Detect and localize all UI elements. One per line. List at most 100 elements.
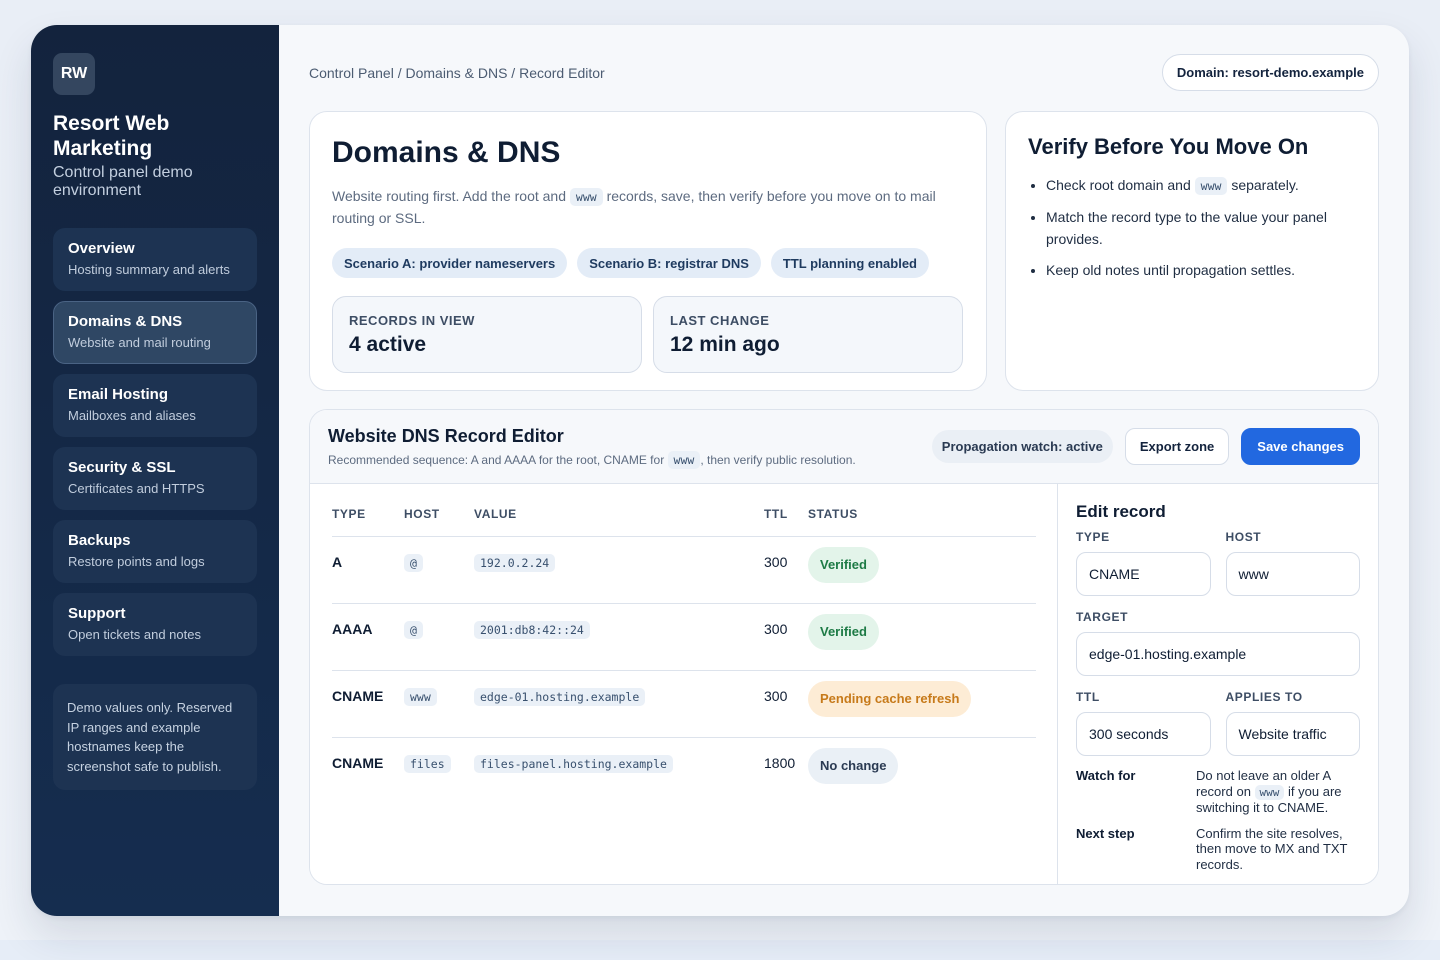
app-window: RW Resort Web Marketing Control panel de…	[31, 25, 1409, 916]
chip-scenario-a[interactable]: Scenario A: provider nameservers	[332, 248, 568, 278]
sidebar-item-desc: Hosting summary and alerts	[68, 262, 230, 277]
editor-title: Website DNS Record Editor	[328, 426, 564, 446]
save-changes-button[interactable]: Save changes	[1241, 428, 1360, 465]
inline-code: www	[667, 451, 701, 469]
sidebar-item-label: Email Hosting	[68, 386, 169, 403]
scenario-chips: Scenario A: provider nameservers Scenari…	[332, 248, 964, 278]
sidebar-item-desc: Restore points and logs	[68, 554, 205, 569]
column-header-type[interactable]: TYPE	[332, 484, 404, 537]
record-status-cell: No change	[808, 737, 1036, 804]
record-status-cell: Verified	[808, 603, 1036, 671]
hero-description: Website routing first. Add the root and …	[332, 186, 952, 229]
record-value: edge-01.hosting.example	[474, 687, 646, 706]
record-host: www	[404, 687, 437, 706]
record-value-cell: edge-01.hosting.example	[474, 670, 764, 738]
column-header-host[interactable]: HOST	[404, 484, 474, 537]
sidebar-item-desc: Mailboxes and aliases	[68, 408, 196, 423]
type-field[interactable]: CNAME	[1076, 552, 1211, 596]
host-field[interactable]: www	[1225, 552, 1360, 596]
dns-records-table: TYPE HOST VALUE TTL STATUS A @ 192.0.2.2…	[332, 484, 1036, 804]
record-type: CNAME	[332, 754, 384, 771]
chip-scenario-b[interactable]: Scenario B: registrar DNS	[577, 248, 761, 278]
editor-actions: Propagation watch: active Export zone Sa…	[931, 428, 1360, 465]
record-host-cell: files	[404, 737, 474, 804]
inline-code: www	[1254, 784, 1285, 800]
sidebar-item-label: Support	[68, 605, 126, 622]
record-value-cell: 192.0.2.24	[474, 536, 764, 604]
record-status-cell: Pending cache refresh	[808, 670, 1036, 738]
table-row[interactable]: A @ 192.0.2.24 300 Verified	[332, 536, 1036, 604]
note-key: Next step	[1076, 825, 1135, 841]
record-value: 2001:db8:42::24	[474, 620, 590, 639]
inline-code: www	[1194, 177, 1228, 195]
ttl-field[interactable]: 300 seconds	[1076, 712, 1211, 756]
sidebar: RW Resort Web Marketing Control panel de…	[31, 25, 279, 916]
verify-title: Verify Before You Move On	[1028, 134, 1309, 159]
brand-title: Resort Web Marketing	[53, 112, 170, 160]
record-host: @	[404, 620, 423, 639]
record-type: CNAME	[332, 670, 404, 738]
record-value-cell: files-panel.hosting.example	[474, 737, 764, 804]
type-label: TYPE	[1076, 530, 1110, 544]
page-title: Domains & DNS	[332, 136, 561, 169]
export-zone-button[interactable]: Export zone	[1124, 428, 1230, 465]
stat-label: LAST CHANGE	[670, 313, 770, 328]
note-next-step: Next step Confirm the site resolves, the…	[1076, 826, 1360, 873]
checklist-item: Match the record type to the value your …	[1046, 206, 1356, 250]
sidebar-item-desc: Certificates and HTTPS	[68, 481, 205, 496]
applies-to-label: APPLIES TO	[1225, 690, 1303, 704]
host-label: HOST	[1225, 530, 1262, 544]
record-host-cell: @	[404, 536, 474, 604]
record-ttl: 1800	[764, 754, 796, 771]
chip-ttl-planning[interactable]: TTL planning enabled	[770, 248, 930, 278]
top-bar: Control Panel / Domains & DNS / Record E…	[309, 25, 1379, 111]
edit-notes: Watch for Do not leave an older A record…	[1076, 768, 1360, 872]
sidebar-item-overview[interactable]: Overview Hosting summary and alerts	[53, 228, 257, 291]
editor-header: Website DNS Record Editor Recommended se…	[310, 410, 1378, 484]
hero-desc-text: Website routing first. Add the root and	[332, 188, 566, 204]
record-host: @	[404, 553, 423, 572]
status-badge: Verified	[808, 546, 879, 583]
domain-selector[interactable]: Domain: resort-demo.example	[1161, 54, 1379, 91]
sidebar-item-desc: Website and mail routing	[68, 335, 211, 350]
records-table-wrap: TYPE HOST VALUE TTL STATUS A @ 192.0.2.2…	[310, 484, 1058, 884]
table-row[interactable]: CNAME files files-panel.hosting.example …	[332, 737, 1036, 804]
sidebar-item-domains-dns[interactable]: Domains & DNS Website and mail routing	[53, 301, 257, 364]
column-header-value[interactable]: VALUE	[474, 484, 764, 537]
editor-sub-text: , then verify public resolution.	[700, 453, 856, 467]
sidebar-item-backups[interactable]: Backups Restore points and logs	[53, 520, 257, 583]
record-value: 192.0.2.24	[474, 553, 556, 572]
status-badge: Verified	[808, 613, 879, 650]
checklist-item: Keep old notes until propagation settles…	[1046, 259, 1356, 281]
edit-record-title: Edit record	[1076, 502, 1166, 521]
checklist-item: Check root domain and www separately.	[1046, 174, 1356, 197]
sidebar-item-email-hosting[interactable]: Email Hosting Mailboxes and aliases	[53, 374, 257, 437]
record-ttl: 300	[764, 536, 808, 604]
record-status-cell: Verified	[808, 536, 1036, 604]
main-content: Control Panel / Domains & DNS / Record E…	[279, 25, 1409, 916]
edit-record-panel: Edit record TYPE CNAME HOST www TARGET e…	[1058, 484, 1378, 884]
column-header-ttl[interactable]: TTL	[764, 484, 808, 537]
table-row[interactable]: CNAME www edge-01.hosting.example 300 Pe…	[332, 670, 1036, 738]
sidebar-item-support[interactable]: Support Open tickets and notes	[53, 593, 257, 656]
sidebar-item-label: Security & SSL	[68, 459, 176, 476]
verify-checklist: Check root domain and www separately. Ma…	[1028, 174, 1356, 281]
sidebar-item-desc: Open tickets and notes	[68, 627, 201, 642]
record-type: A	[332, 536, 404, 604]
table-row[interactable]: AAAA @ 2001:db8:42::24 300 Verified	[332, 603, 1036, 671]
sidebar-item-label: Overview	[68, 240, 135, 257]
sidebar-demo-note: Demo values only. Reserved IP ranges and…	[53, 684, 257, 790]
sidebar-item-security-ssl[interactable]: Security & SSL Certificates and HTTPS	[53, 447, 257, 510]
verify-card: Verify Before You Move On Check root dom…	[1005, 111, 1379, 391]
table-header-row: TYPE HOST VALUE TTL STATUS	[332, 484, 1036, 537]
column-header-status[interactable]: STATUS	[808, 484, 1036, 537]
editor-subtitle: Recommended sequence: A and AAAA for the…	[328, 451, 856, 469]
record-host-cell: @	[404, 603, 474, 671]
editor-body: TYPE HOST VALUE TTL STATUS A @ 192.0.2.2…	[310, 484, 1378, 884]
target-field[interactable]: edge-01.hosting.example	[1076, 632, 1360, 676]
stat-records-in-view: RECORDS IN VIEW 4 active	[332, 296, 642, 373]
record-host-cell: www	[404, 670, 474, 738]
sidebar-item-label: Backups	[68, 532, 131, 549]
status-badge: Pending cache refresh	[808, 680, 972, 717]
applies-to-field[interactable]: Website traffic	[1225, 712, 1360, 756]
